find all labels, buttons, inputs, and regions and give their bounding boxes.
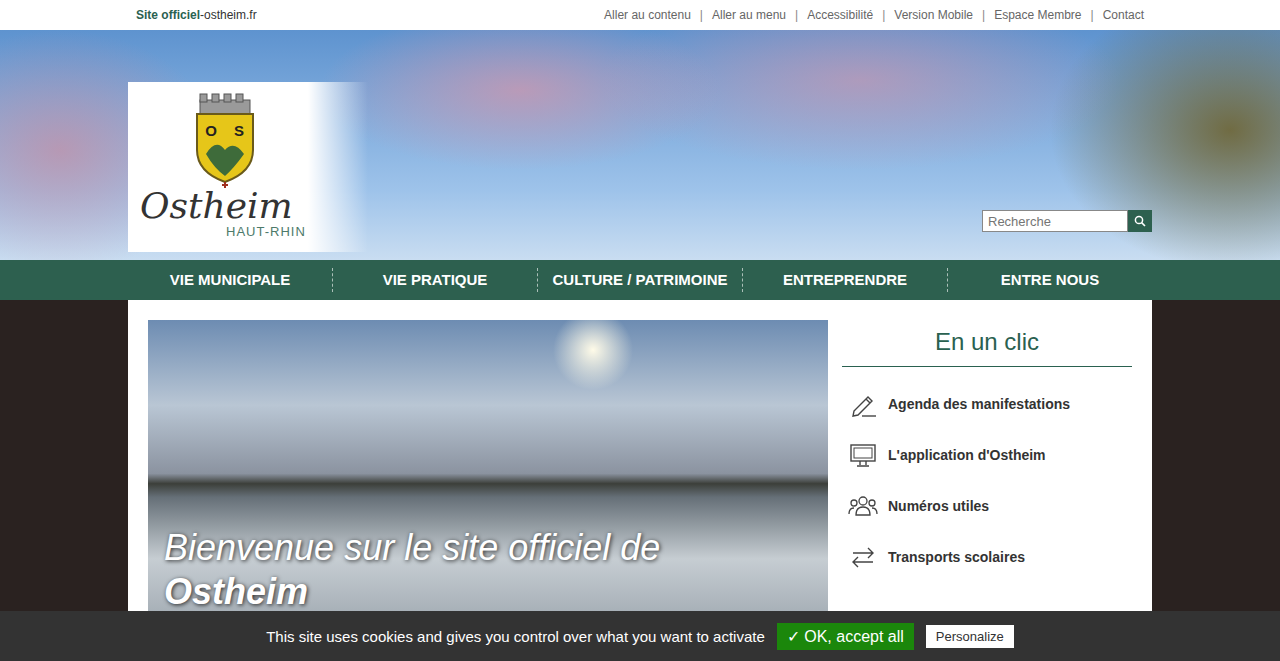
quick-link[interactable]: Agenda des manifestations (848, 378, 1132, 429)
top-link[interactable]: Aller au contenu (604, 8, 691, 22)
link-separator: | (882, 8, 885, 22)
link-separator: | (982, 8, 985, 22)
arrows-icon (848, 542, 878, 572)
svg-text:O: O (205, 122, 217, 139)
cookie-message: This site uses cookies and gives you con… (266, 628, 765, 645)
top-link[interactable]: Contact (1103, 8, 1144, 22)
monitor-icon (848, 440, 878, 470)
search-button[interactable] (1128, 210, 1152, 232)
page: Site officiel-ostheim.fr Aller au contenu… (0, 0, 1280, 661)
top-links: Aller au contenu | Aller au menu | Accessibi… (604, 8, 1144, 22)
top-bar: Site officiel-ostheim.fr Aller au contenu… (0, 0, 1280, 30)
quick-link[interactable]: L'application d'Ostheim (848, 429, 1132, 480)
link-separator: | (795, 8, 798, 22)
accept-button[interactable]: ✓ OK, accept all (777, 623, 914, 650)
quick-links-title: En un clic (842, 328, 1132, 367)
main-nav: VIE MUNICIPALEVIE PRATIQUECULTURE / PATR… (0, 260, 1280, 300)
nav-item[interactable]: VIE PRATIQUE (333, 268, 538, 292)
magnifier-icon (1134, 215, 1146, 227)
site-id: Site officiel-ostheim.fr (136, 8, 257, 22)
top-link[interactable]: Accessibilité (807, 8, 873, 22)
top-link[interactable]: Version Mobile (894, 8, 973, 22)
main-content: Bienvenue sur le site officiel deOstheim… (128, 300, 1152, 661)
nav-item[interactable]: CULTURE / PATRIMOINE (538, 268, 743, 292)
nav-item[interactable]: VIE MUNICIPALE (128, 268, 333, 292)
quick-link[interactable]: Numéros utiles (848, 480, 1132, 531)
quick-link[interactable]: Transports scolaires (848, 531, 1132, 582)
nav-item[interactable]: ENTRE NOUS (948, 268, 1152, 292)
top-link[interactable]: Aller au menu (712, 8, 786, 22)
slider[interactable]: Bienvenue sur le site officiel deOstheim (148, 320, 828, 661)
pencil-icon (848, 389, 878, 419)
personalize-button[interactable]: Personalize (926, 625, 1014, 648)
header-banner: OSOstheimHAUT-RHIN (0, 30, 1280, 260)
search-input[interactable] (982, 210, 1128, 232)
logo[interactable]: OSOstheimHAUT-RHIN (128, 82, 368, 252)
nav-item[interactable]: ENTREPRENDRE (743, 268, 948, 292)
slide-caption: Bienvenue sur le site officiel deOstheim (164, 526, 660, 614)
people-icon (848, 491, 878, 521)
coat-of-arms-icon: OS (192, 92, 258, 190)
top-link[interactable]: Espace Membre (994, 8, 1081, 22)
svg-text:S: S (234, 122, 244, 139)
link-separator: | (700, 8, 703, 22)
quick-links: En un clic Agenda des manifestationsL'app… (842, 320, 1132, 661)
link-separator: | (1091, 8, 1094, 22)
search-box (982, 210, 1152, 232)
cookie-bar: This site uses cookies and gives you con… (0, 611, 1280, 661)
